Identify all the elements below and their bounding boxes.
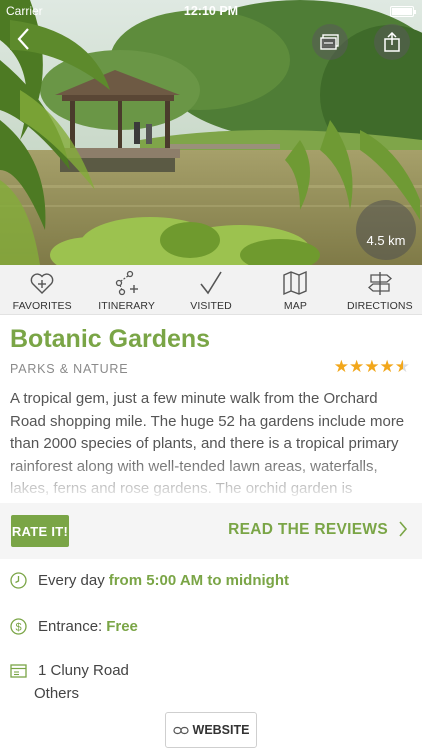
link-icon xyxy=(172,726,189,734)
place-category: PARKS & NATURE xyxy=(10,362,129,376)
map-icon xyxy=(283,270,308,296)
map-button[interactable]: MAP xyxy=(253,265,337,314)
chevron-right-icon xyxy=(398,520,408,540)
address-line-2: Others xyxy=(34,685,80,702)
itinerary-label: ITINERARY xyxy=(98,300,155,312)
entrance-label: Entrance: xyxy=(38,618,103,635)
hours-prefix: Every day xyxy=(38,572,105,589)
signpost-icon xyxy=(367,272,392,295)
address-row: 1 Cluny Road xyxy=(10,662,129,679)
clock-icon xyxy=(10,572,27,589)
status-bar: Carrier 12:10 PM xyxy=(0,0,422,22)
dollar-icon: $ xyxy=(10,618,27,635)
visited-button[interactable]: VISITED xyxy=(169,265,253,314)
back-button[interactable] xyxy=(14,26,42,54)
star-icon: ★ xyxy=(349,357,365,376)
half-star-icon: ★ xyxy=(394,357,410,376)
rating-stars: ★ ★ ★ ★ ★ xyxy=(334,358,410,376)
address-card-icon xyxy=(10,664,27,678)
map-label: MAP xyxy=(283,300,307,312)
chevron-left-icon xyxy=(17,28,29,50)
website-label: WEBSITE xyxy=(192,723,250,737)
itinerary-button[interactable]: ITINERARY xyxy=(84,265,168,314)
hours-value: from 5:00 AM to midnight xyxy=(108,572,289,589)
clock: 12:10 PM xyxy=(183,4,239,18)
rating-bar: RATE IT! READ THE REVIEWS xyxy=(0,503,422,559)
visited-label: VISITED xyxy=(190,300,232,312)
star-icon: ★ xyxy=(333,357,349,376)
share-button[interactable] xyxy=(374,24,410,60)
route-icon xyxy=(115,270,138,296)
website-button[interactable]: WEBSITE xyxy=(165,712,257,748)
star-icon: ★ xyxy=(364,357,380,376)
favorites-button[interactable]: FAVORITES xyxy=(0,265,84,314)
share-icon xyxy=(384,32,400,52)
distance-badge: 4.5 km xyxy=(356,200,416,260)
directions-button[interactable]: DIRECTIONS xyxy=(338,265,422,314)
place-title: Botanic Gardens xyxy=(10,325,211,353)
entrance-value: Free xyxy=(106,618,138,635)
rate-it-button[interactable]: RATE IT! xyxy=(11,515,69,547)
opening-hours-row: Every day from 5:00 AM to midnight xyxy=(10,572,289,589)
gallery-icon xyxy=(320,34,339,50)
directions-label: DIRECTIONS xyxy=(346,300,413,312)
hero-image: Carrier 12:10 PM 4.5 km xyxy=(0,0,422,265)
read-reviews-link[interactable]: READ THE REVIEWS xyxy=(228,520,408,540)
entrance-row: $ Entrance: Free xyxy=(10,618,138,635)
address-line-1: 1 Cluny Road xyxy=(38,662,129,679)
checkmark-icon xyxy=(200,271,222,295)
star-icon: ★ xyxy=(379,357,395,376)
photo-gallery-button[interactable] xyxy=(312,24,348,60)
svg-text:$: $ xyxy=(15,622,21,634)
description-fade xyxy=(0,455,422,503)
battery-icon xyxy=(390,6,416,17)
action-bar: FAVORITES ITINERARY VISITED MAP DIRECTIO… xyxy=(0,265,422,315)
favorites-label: FAVORITES xyxy=(12,300,72,312)
heart-plus-icon xyxy=(30,273,54,294)
read-reviews-label: READ THE REVIEWS xyxy=(228,521,388,538)
